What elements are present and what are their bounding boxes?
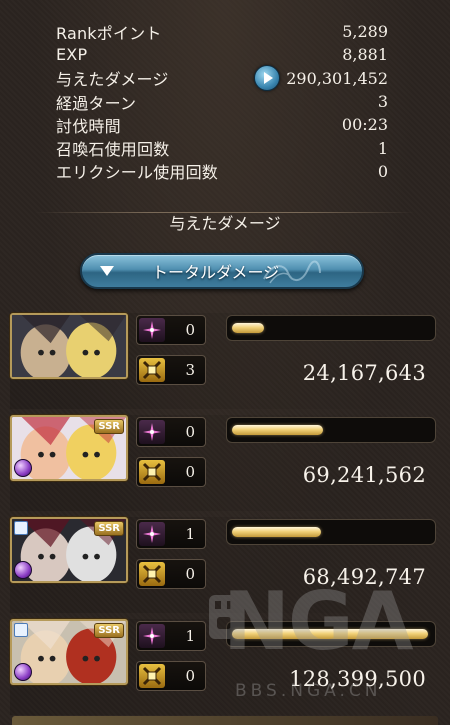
- stat-summons-used: 召喚石使用回数 1: [56, 136, 388, 160]
- swirl-ornament-icon: [263, 260, 321, 284]
- stat-exp: EXP 8,881: [56, 43, 388, 66]
- stat-label: 討伐時間: [56, 116, 121, 136]
- damage-bar-fill: [232, 629, 429, 639]
- damage-bar: [226, 315, 436, 341]
- sparkle-icon: [139, 624, 165, 648]
- chain-count-value: 3: [185, 361, 195, 379]
- stat-value: 5,289: [342, 22, 388, 42]
- stat-label: EXP: [56, 45, 88, 65]
- stat-damage-dealt: 与えたダメージ 290,301,452: [56, 65, 388, 92]
- skill-count-value: 0: [185, 321, 195, 339]
- stat-label: 経過ターン: [56, 93, 137, 113]
- chain-count: 3: [136, 355, 206, 385]
- character-row: SSR 1 0 128,399,500: [10, 619, 450, 715]
- stat-value: 8,881: [342, 45, 388, 65]
- stat-time: 討伐時間 00:23: [56, 113, 388, 136]
- ssr-badge: SSR: [94, 419, 124, 434]
- portrait-art-icon: [12, 315, 126, 377]
- chain-burst-icon: [139, 460, 165, 484]
- stat-label: エリクシール使用回数: [56, 163, 219, 183]
- chain-count: 0: [136, 457, 206, 487]
- character-portrait[interactable]: SSR: [10, 619, 128, 685]
- skill-count-value: 1: [185, 627, 195, 645]
- total-damage-dropdown[interactable]: トータルダメージ: [80, 253, 364, 289]
- character-row: 0 3 24,167,643: [10, 313, 450, 409]
- character-damage: 128,399,500: [289, 667, 426, 691]
- stat-value: 3: [377, 92, 388, 112]
- stat-label: Rankポイント: [56, 23, 162, 43]
- chain-count: 0: [136, 559, 206, 589]
- chain-burst-icon: [139, 664, 165, 688]
- stat-value: 0: [377, 161, 388, 181]
- stat-label: 召喚石使用回数: [56, 140, 170, 160]
- character-row: SSR 0 0 69,241,562: [10, 415, 450, 511]
- stat-value: 1: [377, 138, 388, 158]
- stat-turns: 経過ターン 3: [56, 90, 388, 113]
- chain-count-value: 0: [185, 565, 195, 583]
- chain-count: 0: [136, 661, 206, 691]
- damage-bar-fill: [232, 527, 322, 537]
- skill-count-value: 0: [185, 423, 195, 441]
- skill-count: 1: [136, 621, 206, 651]
- stat-value-wrap: 290,301,452: [254, 65, 388, 92]
- chain-burst-icon: [139, 358, 165, 382]
- dropdown-label: トータルダメージ: [152, 263, 280, 282]
- character-row: SSR 1 0 68,492,747: [10, 517, 450, 613]
- next-row-edge: [12, 716, 438, 725]
- play-icon[interactable]: [254, 65, 281, 92]
- skill-count: 0: [136, 417, 206, 447]
- character-portrait[interactable]: SSR: [10, 517, 128, 583]
- character-portrait[interactable]: SSR: [10, 415, 128, 481]
- ring-icon: [14, 623, 28, 637]
- stat-value: 00:23: [341, 115, 388, 135]
- chain-count-value: 0: [185, 667, 195, 685]
- damage-bar-fill: [232, 425, 324, 435]
- skill-count-value: 1: [185, 525, 195, 543]
- ring-icon: [14, 521, 28, 535]
- damage-bar: [226, 417, 436, 443]
- chain-burst-icon: [139, 562, 165, 586]
- element-orb-icon: [14, 663, 32, 681]
- chain-count-value: 0: [185, 463, 195, 481]
- damage-bar: [226, 519, 436, 545]
- sparkle-icon: [139, 318, 165, 342]
- section-title: 与えたダメージ: [169, 214, 281, 233]
- ssr-badge: SSR: [94, 521, 124, 536]
- sparkle-icon: [139, 522, 165, 546]
- element-orb-icon: [14, 561, 32, 579]
- character-damage: 68,492,747: [302, 565, 426, 589]
- damage-bar: [226, 621, 436, 647]
- dropdown-triangle-icon: [100, 266, 114, 276]
- skill-count: 1: [136, 519, 206, 549]
- stat-rank-points: Rankポイント 5,289: [56, 20, 388, 43]
- character-portrait[interactable]: [10, 313, 128, 379]
- stat-value: 290,301,452: [286, 68, 388, 88]
- element-orb-icon: [14, 459, 32, 477]
- stat-elixir-used: エリクシール使用回数 0: [56, 160, 388, 183]
- battle-stats: Rankポイント 5,289 EXP 8,881 与えたダメージ 290,301…: [56, 20, 388, 183]
- sparkle-icon: [139, 420, 165, 444]
- character-damage: 24,167,643: [302, 361, 426, 385]
- ssr-badge: SSR: [94, 623, 124, 638]
- damage-bar-fill: [232, 323, 264, 333]
- character-damage: 69,241,562: [302, 463, 426, 487]
- skill-count: 0: [136, 315, 206, 345]
- stat-label: 与えたダメージ: [56, 70, 169, 90]
